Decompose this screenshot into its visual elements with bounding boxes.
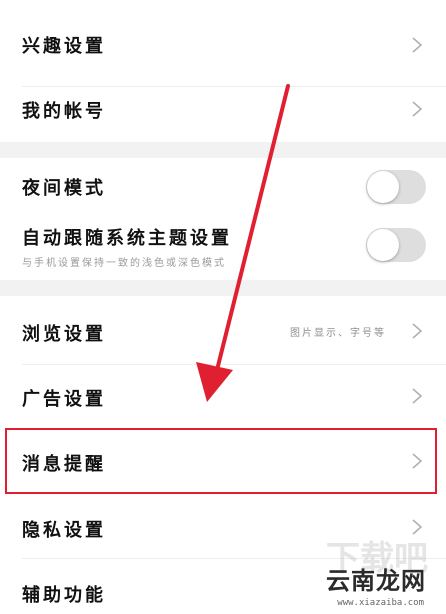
section-gap <box>0 280 446 296</box>
ad-settings-label: 广告设置 <box>22 389 106 410</box>
night-mode-row: 夜间模式 <box>0 158 446 214</box>
ad-settings-row[interactable]: 广告设置 <box>0 365 446 428</box>
my-account-label: 我的帐号 <box>22 101 106 122</box>
watermark-logo-text: 云南龙网 <box>326 567 426 595</box>
browse-settings-row[interactable]: 浏览设置 图片显示、字号等 <box>0 296 446 364</box>
toggle-knob <box>367 229 399 261</box>
follow-theme-label: 自动跟随系统主题设置 <box>22 228 232 249</box>
watermark-url: www.xiazaiba.com <box>337 598 424 608</box>
chevron-right-icon <box>412 101 423 117</box>
section-gap <box>0 142 446 158</box>
chevron-right-icon <box>412 388 423 404</box>
chevron-right-icon <box>412 37 423 53</box>
night-mode-toggle[interactable] <box>366 170 426 204</box>
interest-settings-label: 兴趣设置 <box>22 36 106 57</box>
follow-theme-toggle[interactable] <box>366 228 426 262</box>
my-account-row[interactable]: 我的帐号 <box>0 87 446 142</box>
watermark: 下载吧 云南龙网 www.xiazaiba.com <box>288 539 438 610</box>
night-mode-label: 夜间模式 <box>22 178 106 199</box>
browse-settings-label: 浏览设置 <box>22 324 106 345</box>
accessibility-label: 辅助功能 <box>22 585 106 606</box>
toggle-knob <box>367 171 399 203</box>
follow-theme-description: 与手机设置保持一致的浅色或深色模式 <box>22 258 226 269</box>
chevron-right-icon <box>412 323 423 339</box>
interest-settings-row[interactable]: 兴趣设置 <box>0 0 446 86</box>
highlight-box <box>5 428 437 494</box>
browse-settings-hint: 图片显示、字号等 <box>290 328 386 339</box>
privacy-settings-label: 隐私设置 <box>22 520 106 541</box>
follow-theme-row: 自动跟随系统主题设置 与手机设置保持一致的浅色或深色模式 <box>0 214 446 280</box>
